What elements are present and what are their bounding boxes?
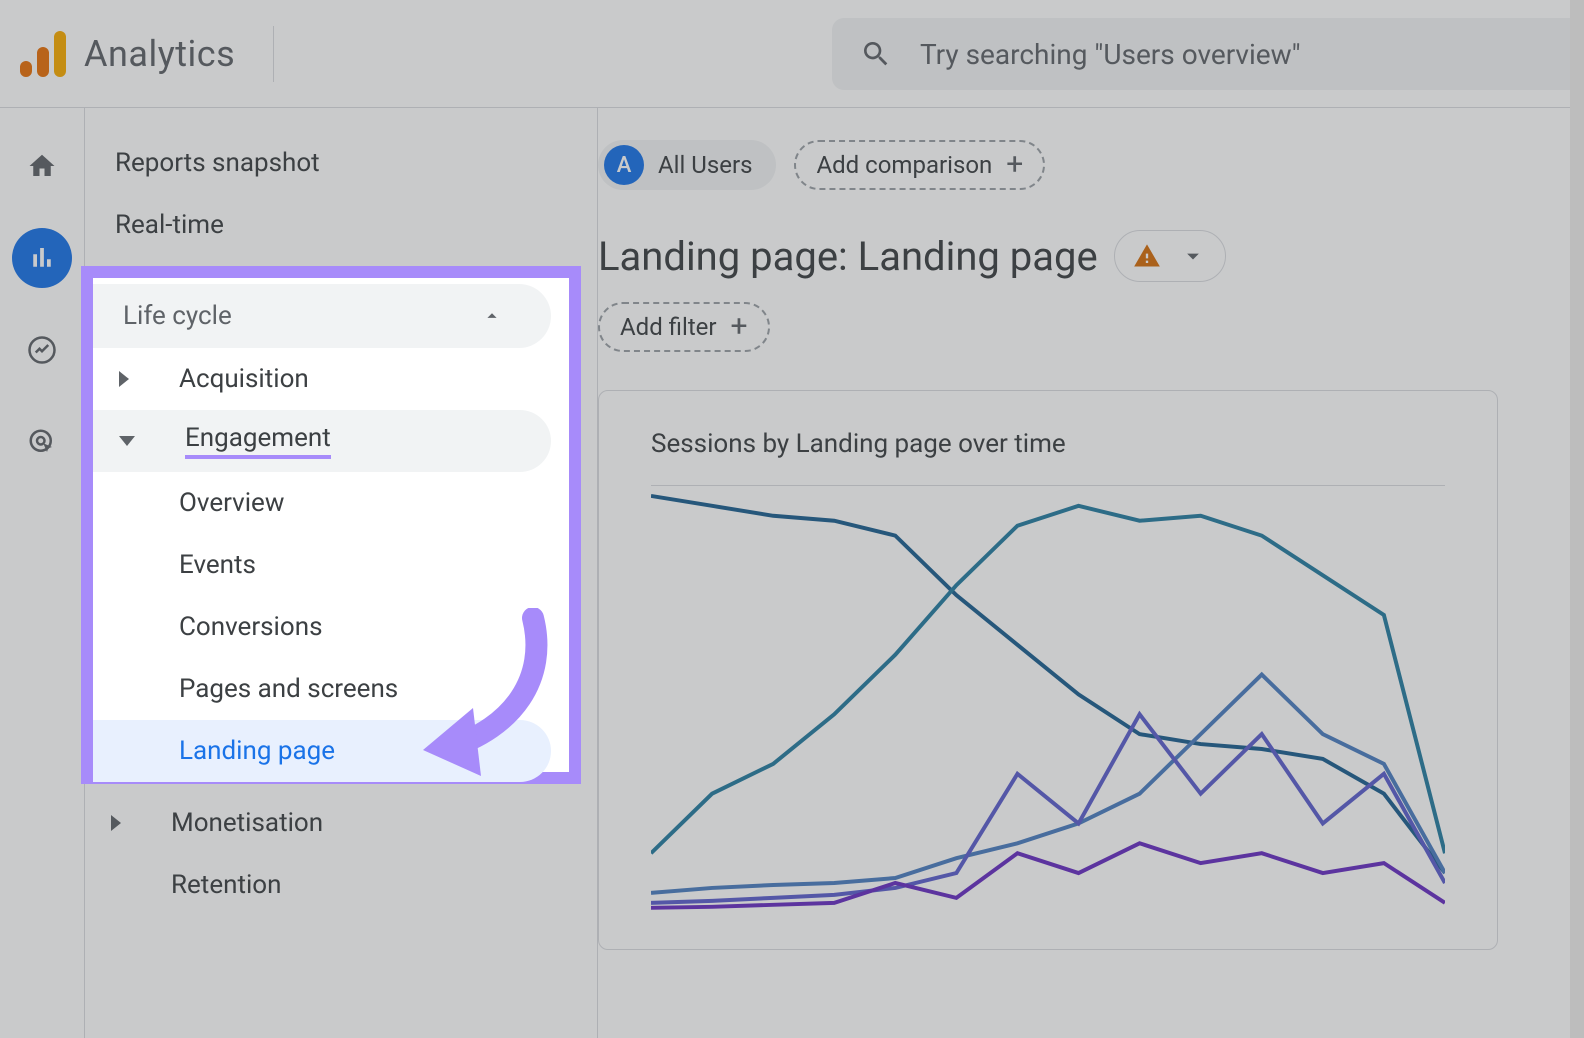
target-click-icon (27, 427, 57, 457)
trend-icon (27, 335, 57, 365)
section-label: Life cycle (123, 301, 232, 331)
analytics-logo-icon (20, 31, 66, 77)
comparison-bar: A All Users Add comparison + (598, 140, 1584, 190)
warning-icon (1133, 242, 1161, 270)
nav-rail (0, 108, 85, 1038)
search-icon (860, 38, 892, 70)
group-label: Monetisation (171, 808, 323, 838)
chevron-right-icon (111, 815, 121, 831)
home-icon (27, 151, 57, 181)
search-box[interactable]: Try searching "Users overview" (832, 18, 1584, 90)
scrollbar[interactable] (1570, 0, 1584, 1038)
nav-explore[interactable] (12, 320, 72, 380)
sidebar-item-pages-screens[interactable]: Pages and screens (93, 658, 551, 720)
chevron-down-icon (1179, 242, 1207, 270)
nav-reports[interactable] (12, 228, 72, 288)
chevron-right-icon (119, 371, 129, 387)
nav-home[interactable] (12, 136, 72, 196)
sidebar-item-overview[interactable]: Overview (93, 472, 551, 534)
group-label: Acquisition (179, 364, 309, 394)
search-placeholder: Try searching "Users overview" (920, 38, 1301, 71)
sessions-chart-card: Sessions by Landing page over time (598, 390, 1498, 950)
sidebar-section-lifecycle[interactable]: Life cycle (93, 284, 551, 348)
nav-advertising[interactable] (12, 412, 72, 472)
chevron-down-icon (119, 436, 135, 446)
plus-icon: + (1006, 150, 1023, 180)
data-quality-dropdown[interactable] (1114, 230, 1226, 282)
group-label: Retention (171, 870, 281, 900)
sidebar-item-events[interactable]: Events (93, 534, 551, 596)
sidebar-group-engagement[interactable]: Engagement (93, 410, 551, 472)
sidebar-group-acquisition[interactable]: Acquisition (93, 348, 551, 410)
chevron-up-icon (481, 305, 503, 327)
sidebar-item-conversions[interactable]: Conversions (93, 596, 551, 658)
sidebar-item-landing-page[interactable]: Landing page (93, 720, 551, 782)
audience-chip[interactable]: A All Users (598, 140, 776, 190)
group-label: Engagement (185, 423, 331, 459)
report-sidebar: Reports snapshot Real-time Life cycle Ac… (85, 108, 598, 1038)
product-name: Analytics (84, 33, 235, 75)
sidebar-reports-snapshot[interactable]: Reports snapshot (85, 132, 557, 194)
annotation-highlight: Life cycle Acquisition Engagement Overvi… (81, 266, 581, 784)
product-logo: Analytics (20, 31, 235, 77)
add-comparison-button[interactable]: Add comparison + (794, 140, 1045, 190)
add-filter-button[interactable]: Add filter + (598, 302, 770, 352)
line-chart (651, 485, 1445, 915)
divider (273, 26, 274, 82)
card-title: Sessions by Landing page over time (651, 429, 1445, 459)
main-content: A All Users Add comparison + Landing pag… (598, 108, 1584, 1038)
plus-icon: + (731, 312, 748, 342)
page-title: Landing page: Landing page (598, 233, 1098, 280)
audience-label: All Users (658, 151, 752, 179)
add-filter-label: Add filter (620, 313, 717, 341)
bar-chart-icon (27, 243, 57, 273)
sidebar-group-retention[interactable]: Retention (85, 854, 557, 916)
add-comparison-label: Add comparison (816, 151, 992, 179)
sidebar-realtime[interactable]: Real-time (85, 194, 557, 256)
app-header: Analytics Try searching "Users overview" (0, 0, 1584, 108)
audience-badge: A (604, 145, 644, 185)
sidebar-group-monetisation[interactable]: Monetisation (85, 792, 557, 854)
